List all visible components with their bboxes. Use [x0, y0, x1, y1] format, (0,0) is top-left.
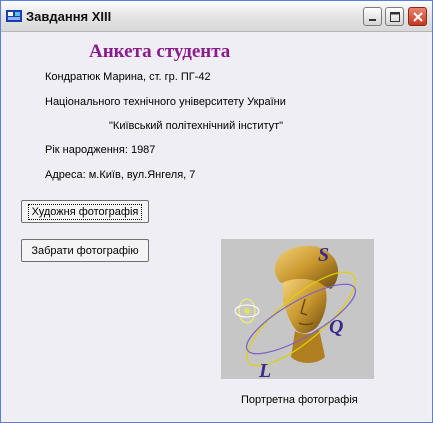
birth-year-label: Рік народження: 1987 — [45, 144, 156, 156]
university-label: Національного технічного університету Ук… — [45, 96, 286, 108]
photo-letter-q: Q — [329, 316, 343, 338]
photo-caption: Портретна фотографія — [241, 394, 358, 406]
photo-letter-s: S — [318, 244, 329, 266]
remove-photo-button[interactable]: Забрати фотографію — [21, 239, 149, 262]
close-icon — [413, 12, 423, 22]
artistic-photo-button-label: Художня фотографія — [27, 203, 143, 220]
student-name-label: Кондратюк Марина, ст. гр. ПГ-42 — [45, 71, 211, 83]
close-button[interactable] — [408, 7, 427, 26]
form-heading: Анкета студента — [89, 41, 231, 62]
minimize-icon — [369, 19, 376, 21]
form-client-area: Анкета студента Кондратюк Марина, ст. гр… — [5, 32, 428, 418]
portrait-photo: S Q L — [221, 239, 374, 379]
photo-letter-l: L — [258, 360, 271, 379]
title-bar[interactable]: Завдання XIII — [1, 1, 432, 32]
minimize-button[interactable] — [363, 7, 382, 26]
app-window: Завдання XIII Анкета студента Кондратюк … — [0, 0, 433, 423]
maximize-icon — [390, 12, 400, 22]
app-icon — [6, 10, 22, 22]
maximize-button[interactable] — [385, 7, 404, 26]
institute-label: "Київський політехнічний інститут" — [109, 120, 284, 132]
statue-image: S Q L — [234, 244, 357, 379]
address-label: Адреса: м.Київ, вул.Янгеля, 7 — [45, 169, 196, 181]
window-title: Завдання XIII — [26, 9, 112, 24]
artistic-photo-button[interactable]: Художня фотографія — [21, 200, 149, 223]
